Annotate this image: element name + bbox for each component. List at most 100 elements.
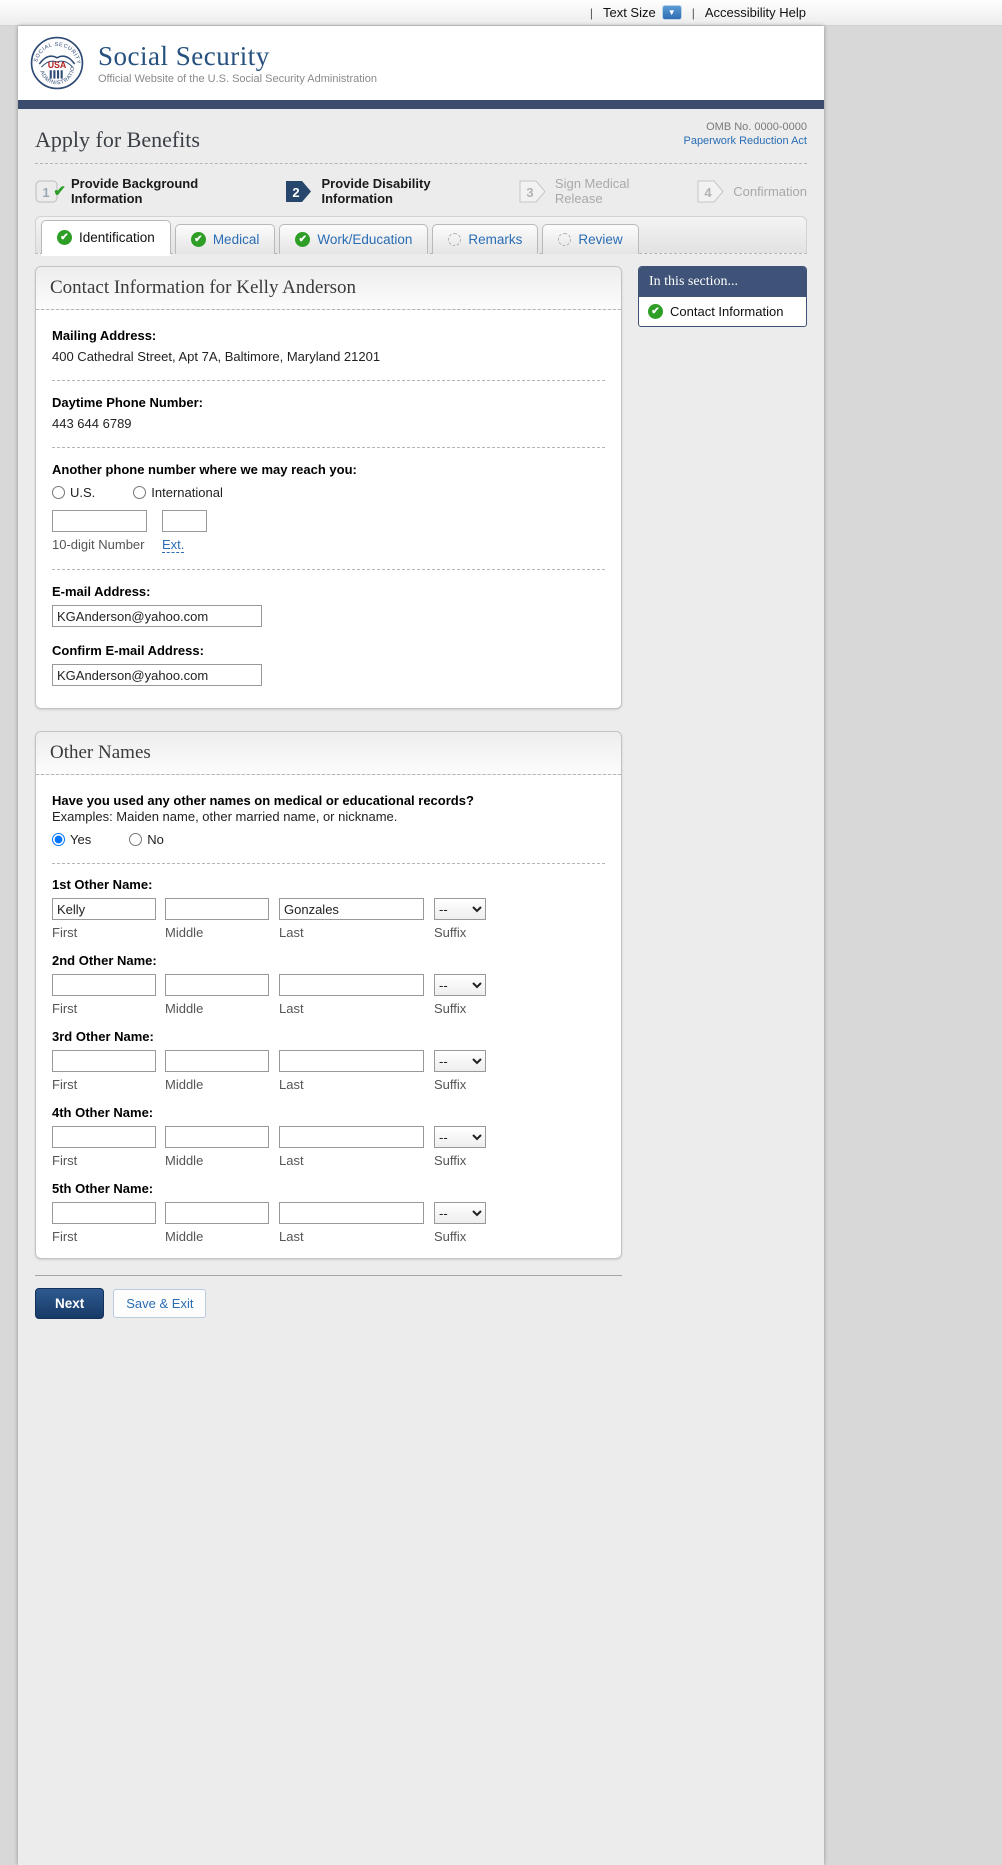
last-name-input[interactable]: [279, 1126, 424, 1148]
masthead: SOCIAL SECURITY ADMINISTRATION USA Socia…: [18, 26, 824, 100]
suffix-col-label: Suffix: [434, 1077, 494, 1092]
other-names-yes-radio[interactable]: [52, 833, 65, 846]
save-and-exit-button[interactable]: Save & Exit: [113, 1289, 206, 1318]
suffix-select[interactable]: --: [434, 1126, 486, 1148]
step-3-badge: 3: [519, 180, 546, 203]
tab-work-education[interactable]: ✔ Work/Education: [279, 224, 428, 254]
check-circle-icon: ✔: [191, 232, 206, 247]
us-phone-radio-label[interactable]: U.S.: [70, 485, 95, 500]
suffix-select[interactable]: --: [434, 898, 486, 920]
other-names-no-label[interactable]: No: [147, 832, 164, 847]
last-col-label: Last: [279, 1153, 434, 1168]
suffix-select[interactable]: --: [434, 974, 486, 996]
other-name-row-4: 4th Other Name: First Middle: [52, 1092, 605, 1168]
first-name-input[interactable]: [52, 974, 156, 996]
middle-name-input[interactable]: [165, 898, 269, 920]
other-name-row-3: 3rd Other Name: First Middle: [52, 1016, 605, 1092]
svg-text:1: 1: [42, 185, 49, 200]
next-button[interactable]: Next: [35, 1288, 104, 1319]
section-sidebar: In this section... ✔ Contact Information: [638, 266, 807, 327]
daytime-phone-label: Daytime Phone Number:: [52, 395, 605, 410]
page-title: Apply for Benefits: [35, 119, 200, 153]
tab-remarks[interactable]: Remarks: [432, 224, 538, 254]
svg-text:4: 4: [705, 185, 713, 200]
other-names-yes-label[interactable]: Yes: [70, 832, 91, 847]
us-phone-radio[interactable]: [52, 486, 65, 499]
text-size-label[interactable]: Text Size: [603, 5, 656, 20]
main-area: Apply for Benefits OMB No. 0000-0000 Pap…: [18, 109, 824, 1319]
first-name-input[interactable]: [52, 898, 156, 920]
international-phone-radio-label[interactable]: International: [151, 485, 223, 500]
middle-name-input[interactable]: [165, 1050, 269, 1072]
ssa-seal-logo[interactable]: SOCIAL SECURITY ADMINISTRATION USA: [30, 36, 84, 90]
seal-usa-text: USA: [48, 60, 67, 70]
brand-block: Social Security Official Website of the …: [98, 41, 377, 85]
navy-divider-bar: [18, 100, 824, 109]
middle-col-label: Middle: [165, 925, 279, 940]
email-label: E-mail Address:: [52, 584, 605, 599]
suffix-select[interactable]: --: [434, 1202, 486, 1224]
daytime-phone-value: 443 644 6789: [52, 416, 605, 431]
svg-text:2: 2: [293, 185, 300, 200]
step-1-check-icon: ✔: [53, 182, 66, 200]
check-circle-icon: ✔: [295, 232, 310, 247]
other-names-no-radio[interactable]: [129, 833, 142, 846]
international-phone-radio[interactable]: [133, 486, 146, 499]
step-3-medical-release: 3 Sign Medical Release: [519, 176, 671, 206]
step-1-background-info: 1 ✔ Provide Background Information: [35, 176, 259, 206]
site-title[interactable]: Social Security: [98, 41, 377, 72]
suffix-col-label: Suffix: [434, 1001, 494, 1016]
empty-circle-icon: [558, 233, 571, 246]
other-name-row-1: 1st Other Name: First Middle: [52, 864, 605, 940]
last-name-input[interactable]: [279, 898, 424, 920]
step-3-label: Sign Medical Release: [555, 176, 671, 206]
last-name-input[interactable]: [279, 1202, 424, 1224]
in-this-section-header: In this section...: [639, 267, 806, 297]
mailing-address-value: 400 Cathedral Street, Apt 7A, Baltimore,…: [52, 349, 605, 364]
confirm-email-label: Confirm E-mail Address:: [52, 643, 605, 658]
tab-label: Review: [578, 232, 622, 247]
check-circle-icon: ✔: [57, 230, 72, 245]
middle-col-label: Middle: [165, 1153, 279, 1168]
other-name-row-2: 2nd Other Name: First Middle: [52, 940, 605, 1016]
other-name-row-5: 5th Other Name: First Middle: [52, 1168, 605, 1244]
step-1-badge: 1 ✔: [35, 180, 62, 203]
first-col-label: First: [52, 1001, 165, 1016]
middle-name-input[interactable]: [165, 974, 269, 996]
tab-identification[interactable]: ✔ Identification: [41, 220, 171, 254]
sidebar-item-contact-information[interactable]: ✔ Contact Information: [639, 297, 806, 326]
ten-digit-number-input[interactable]: [52, 510, 147, 532]
tab-label: Remarks: [468, 232, 522, 247]
last-name-input[interactable]: [279, 1050, 424, 1072]
email-input[interactable]: [52, 605, 262, 627]
step-2-disability-info: 2 Provide Disability Information: [285, 176, 492, 206]
panel-header: Other Names: [36, 732, 621, 775]
check-circle-icon: ✔: [648, 304, 663, 319]
step-4-badge: 4: [697, 180, 724, 203]
last-name-input[interactable]: [279, 974, 424, 996]
first-name-input[interactable]: [52, 1050, 156, 1072]
paperwork-reduction-act-link[interactable]: Paperwork Reduction Act: [683, 135, 807, 147]
form-column: Contact Information for Kelly Anderson M…: [35, 266, 622, 1319]
first-name-input[interactable]: [52, 1202, 156, 1224]
suffix-select[interactable]: --: [434, 1050, 486, 1072]
text-size-dropdown-icon[interactable]: ▼: [662, 5, 682, 20]
ten-digit-number-label: 10-digit Number: [52, 537, 147, 552]
tab-label: Identification: [79, 230, 155, 245]
first-col-label: First: [52, 1077, 165, 1092]
middle-name-input[interactable]: [165, 1202, 269, 1224]
accessibility-help-link[interactable]: Accessibility Help: [705, 5, 806, 20]
first-name-input[interactable]: [52, 1126, 156, 1148]
confirm-email-input[interactable]: [52, 664, 262, 686]
sidebar-item-label: Contact Information: [670, 304, 783, 319]
extension-tooltip-link[interactable]: Ext.: [162, 537, 184, 553]
page-sheet: SOCIAL SECURITY ADMINISTRATION USA Socia…: [18, 26, 824, 1865]
extension-input[interactable]: [162, 510, 207, 532]
middle-name-input[interactable]: [165, 1126, 269, 1148]
tab-review[interactable]: Review: [542, 224, 638, 254]
contact-panel-title: Contact Information for Kelly Anderson: [50, 277, 607, 299]
other-names-question: Have you used any other names on medical…: [52, 793, 605, 808]
tab-label: Medical: [213, 232, 260, 247]
tab-label: Work/Education: [317, 232, 412, 247]
tab-medical[interactable]: ✔ Medical: [175, 224, 276, 254]
